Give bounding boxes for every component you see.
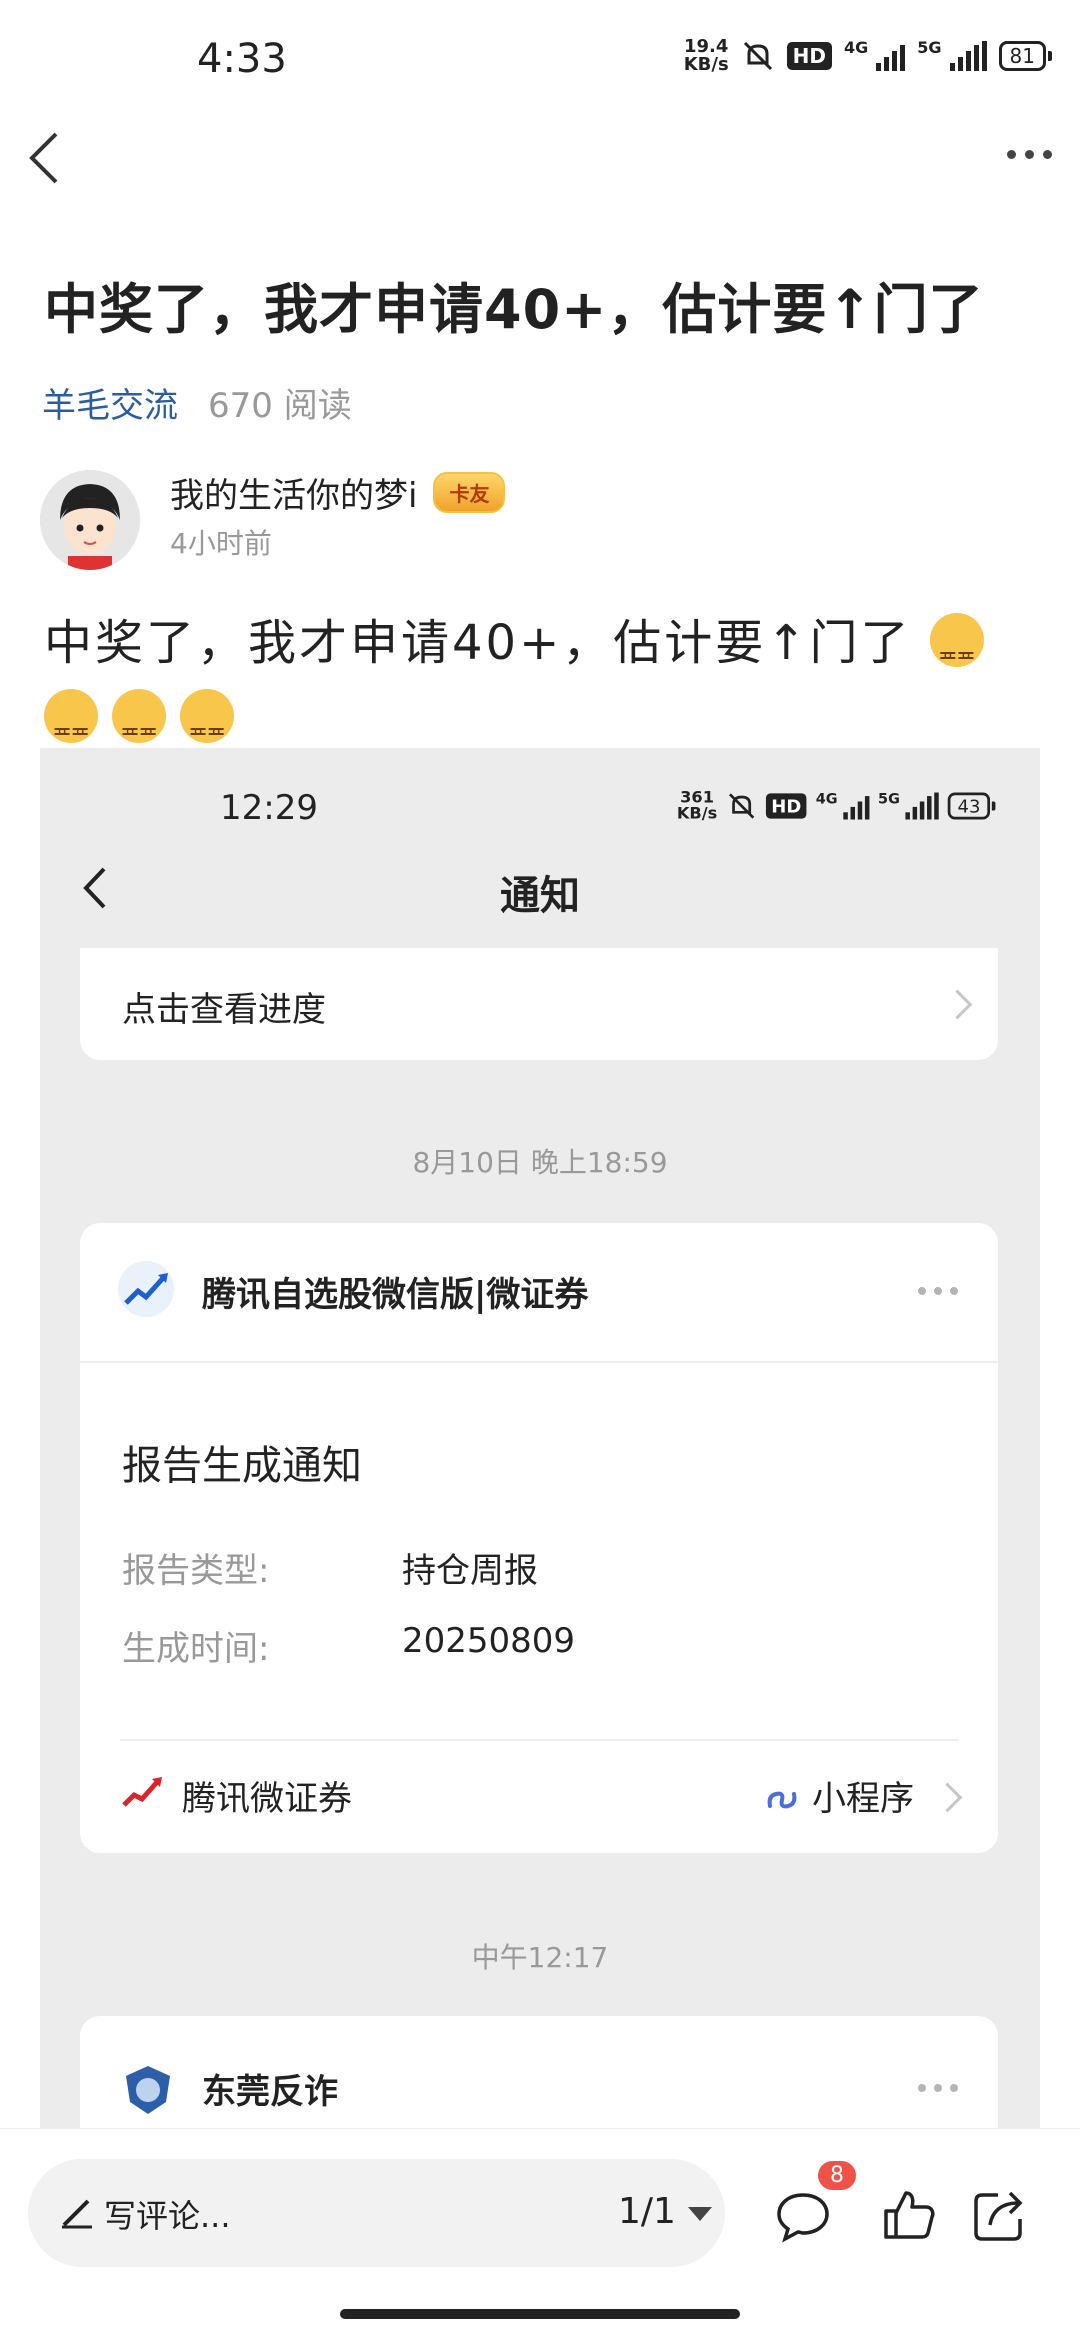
battery-icon: 43 — [947, 792, 996, 820]
chevron-right-icon — [932, 1782, 963, 1813]
hd-icon: HD — [765, 793, 807, 819]
speed-unit: KB/s — [683, 54, 729, 75]
more-icon[interactable] — [1007, 150, 1052, 159]
notification-card: 东莞反诈 — [80, 2016, 998, 2128]
notification-card: 腾讯自选股微信版|微证券 报告生成通知 报告类型: 持仓周报 生成时间: 202… — [80, 1223, 998, 1853]
share-icon[interactable] — [970, 2185, 1030, 2245]
bottom-action-bar: 写评论... 1/1 8 — [0, 2128, 1080, 2341]
page-indicator[interactable]: 1/1 — [618, 2191, 676, 2232]
footer-app-name: 腾讯微证券 — [182, 1779, 352, 1819]
timestamp: 中午12:17 — [471, 1941, 609, 1974]
comment-input[interactable]: 写评论... 1/1 — [28, 2159, 725, 2267]
hd-icon: HD — [786, 42, 833, 70]
laugh-cry-emoji-icon — [112, 689, 166, 769]
inner-status-icons: 361 KB/s HD 4G 5G 43 — [676, 789, 996, 824]
post-time: 4小时前 — [170, 527, 272, 560]
dropdown-icon[interactable] — [688, 2207, 712, 2221]
card-footer: 腾讯微证券 小程序 — [120, 1739, 963, 1853]
network-speed: 19.4 KB/s — [684, 38, 729, 74]
member-badge: 卡友 — [433, 472, 506, 513]
network-type-5g: 5G — [877, 789, 900, 807]
comment-placeholder: 写评论... — [104, 2197, 231, 2235]
pencil-icon — [62, 2199, 92, 2229]
post-body-text: 中奖了，我才申请40+，估计要↑门了 — [44, 615, 912, 671]
gen-time-value: 20250809 — [402, 1621, 576, 1661]
inner-network-speed: 361 KB/s — [676, 789, 718, 824]
back-icon[interactable] — [24, 128, 64, 188]
laugh-cry-emoji-icon — [929, 613, 984, 693]
progress-link: 点击查看进度 — [122, 990, 326, 1030]
mute-icon — [728, 793, 754, 819]
progress-card: 点击查看进度 — [80, 948, 998, 1060]
post-title: 中奖了，我才申请40+，估计要↑门了 — [44, 278, 984, 341]
card-app-name: 东莞反诈 — [202, 2072, 338, 2112]
report-type-label: 报告类型: — [122, 1551, 270, 1591]
mini-program-text: 小程序 — [812, 1779, 914, 1819]
inner-speed-unit: KB/s — [676, 804, 718, 824]
more-icon — [918, 1287, 958, 1295]
post-image[interactable]: 12:29 361 KB/s HD 4G 5G 43 通知 点击查看进度 8月1… — [40, 748, 1040, 2128]
post-body: 中奖了，我才申请40+，估计要↑门了 — [44, 605, 1044, 769]
signal-icon — [904, 792, 939, 820]
stock-app-logo-icon — [118, 1261, 174, 1317]
category-link[interactable]: 羊毛交流 — [42, 378, 178, 427]
signal-icon — [876, 41, 906, 71]
comment-icon[interactable] — [774, 2187, 832, 2245]
card-header: 腾讯自选股微信版|微证券 — [80, 1223, 998, 1363]
home-indicator[interactable] — [340, 2309, 740, 2319]
timestamp: 8月10日 晚上18:59 — [412, 1146, 668, 1179]
like-icon[interactable] — [878, 2185, 938, 2245]
report-type-value: 持仓周报 — [402, 1551, 538, 1591]
more-icon — [918, 2084, 958, 2092]
micro-securities-logo-icon — [122, 1777, 162, 1807]
mute-icon — [743, 41, 772, 71]
mini-program-label: 小程序 — [762, 1771, 914, 1820]
status-time: 4:33 — [197, 36, 287, 82]
comment-count-badge: 8 — [818, 2161, 856, 2190]
card-app-name: 腾讯自选股微信版|微证券 — [202, 1275, 589, 1315]
laugh-cry-emoji-icon — [44, 689, 98, 769]
read-count: 670 阅读 — [208, 386, 352, 426]
battery-icon: 81 — [998, 41, 1053, 71]
inner-status-time: 12:29 — [220, 788, 318, 828]
author-row: 我的生活你的梦i 卡友 — [170, 468, 506, 517]
network-type-5g: 5G — [917, 38, 942, 57]
avatar-image — [40, 470, 140, 570]
network-type-4g: 4G — [844, 38, 869, 57]
chevron-right-icon — [942, 989, 973, 1020]
card-title: 报告生成通知 — [122, 1443, 362, 1489]
post-meta: 羊毛交流 670 阅读 — [42, 378, 352, 427]
gen-time-label: 生成时间: — [122, 1629, 270, 1669]
status-icons: 19.4 KB/s HD 4G 5G 81 — [684, 38, 1053, 74]
avatar[interactable] — [40, 470, 140, 570]
signal-icon — [949, 41, 987, 71]
laugh-cry-emoji-icon — [180, 689, 234, 769]
inner-page-title: 通知 — [500, 873, 580, 919]
police-badge-icon — [126, 2066, 170, 2114]
signal-icon — [842, 793, 869, 820]
author-name[interactable]: 我的生活你的梦i — [170, 468, 417, 517]
mini-program-icon — [767, 1791, 797, 1808]
network-type-4g: 4G — [815, 789, 838, 807]
